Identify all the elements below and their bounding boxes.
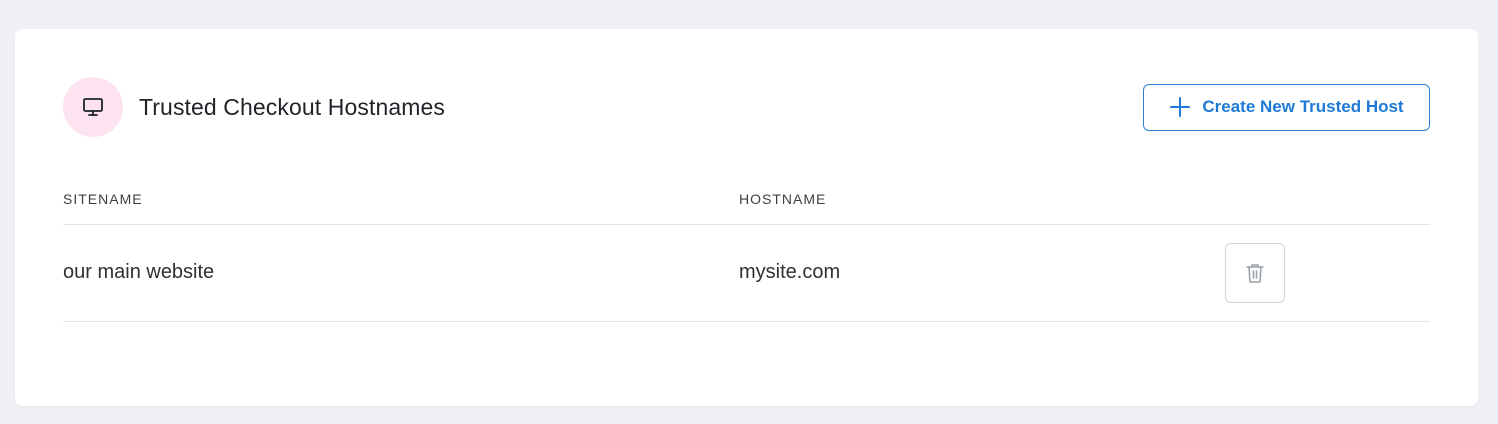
column-header-hostname: HOSTNAME [739,191,827,207]
hostname-cell: mysite.com [739,261,841,283]
page-title: Trusted Checkout Hostnames [139,93,445,120]
title-group: Trusted Checkout Hostnames [63,77,445,137]
monitor-icon-badge [63,77,123,137]
sitename-cell: our main website [63,261,215,283]
card-header: Trusted Checkout Hostnames Create New Tr… [63,77,1430,137]
table-row: our main website mysite.com [63,225,1430,322]
delete-host-button[interactable] [1225,243,1285,303]
trusted-hosts-table: SITENAME HOSTNAME our main website mysit… [63,179,1430,322]
trash-icon [1246,264,1264,283]
monitor-icon [83,98,103,116]
create-trusted-host-button[interactable]: Create New Trusted Host [1143,83,1430,131]
plus-icon [1170,97,1191,117]
table-header: SITENAME HOSTNAME [63,179,1430,225]
create-trusted-host-label: Create New Trusted Host [1202,97,1404,116]
column-header-sitename: SITENAME [63,191,143,207]
trusted-hosts-card: Trusted Checkout Hostnames Create New Tr… [15,29,1478,406]
